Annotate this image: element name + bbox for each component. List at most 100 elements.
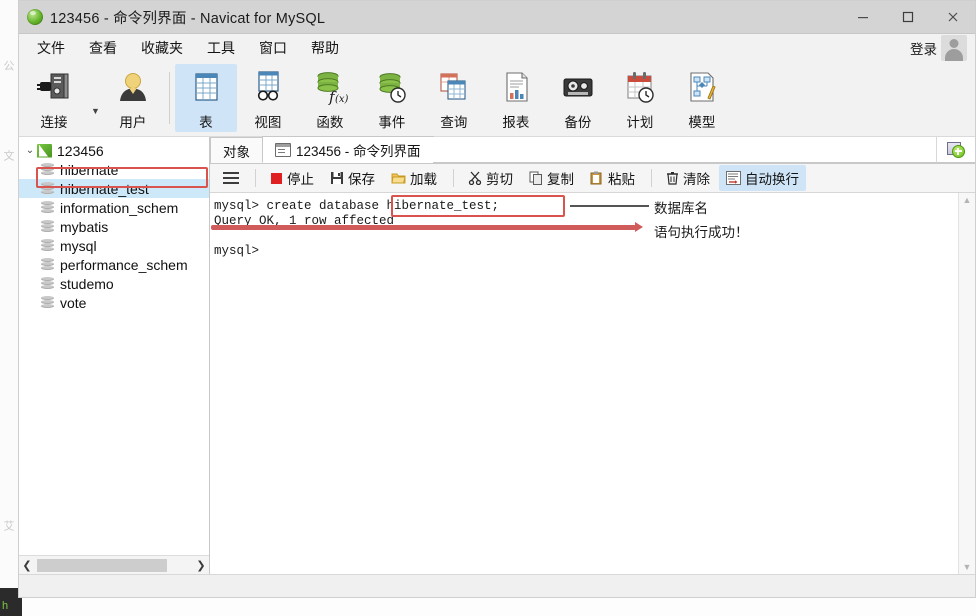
action-separator (255, 169, 256, 187)
toolbar-view-button[interactable]: 视图 (237, 64, 299, 132)
copy-icon (529, 171, 542, 185)
model-diagram-icon (683, 70, 721, 106)
tree-item-vote[interactable]: vote (19, 293, 209, 312)
navicat-app-icon (27, 9, 43, 25)
toolbar-backup-button[interactable]: 备份 (547, 64, 609, 132)
toolbar-user-label: 用户 (119, 115, 147, 130)
tree-item-label: hibernate (60, 161, 119, 178)
tree-item-label: performance_schem (60, 256, 188, 273)
toolbar-connection-button[interactable]: 连接 (19, 64, 89, 132)
tab-bar-filler (432, 137, 936, 163)
scroll-up-arrow-icon[interactable]: ▲ (963, 195, 972, 205)
scrollbar-thumb[interactable] (37, 558, 167, 572)
clear-label: 清除 (683, 172, 710, 187)
tree-item-connection-123456[interactable]: ⌄ 123456 (19, 141, 209, 160)
toolbar-schedule-button[interactable]: 计划 (609, 64, 671, 132)
minimize-button[interactable] (840, 1, 885, 33)
close-button[interactable] (930, 1, 975, 33)
toolbar-schedule-label: 计划 (626, 115, 654, 130)
annotation-success-text: 语句执行成功！ (654, 225, 749, 240)
scissors-icon (468, 171, 482, 185)
toolbar-user-button[interactable]: 用户 (102, 64, 164, 132)
console-action-bar: 停止 保存 加载 剪切 复制 粘贴 清除 自动换行 (210, 164, 975, 193)
stop-label: 停止 (287, 172, 314, 187)
scroll-down-arrow-icon[interactable]: ▼ (963, 562, 972, 572)
tree-item-label: mysql (60, 237, 97, 254)
window-body: ⌄ 123456 hibernate hibernate_test inform… (19, 136, 975, 574)
database-icon (41, 162, 54, 177)
chevron-down-icon[interactable]: ⌄ (23, 145, 37, 156)
window-controls (840, 1, 975, 33)
tree-item-hibernate[interactable]: hibernate (19, 160, 209, 179)
chevron-right-icon[interactable]: ❯ (193, 559, 209, 572)
tree-item-mybatis[interactable]: mybatis (19, 217, 209, 236)
toolbar-connection-label: 连接 (40, 115, 68, 130)
console-output[interactable]: mysql> create database hibernate_test; Q… (210, 193, 958, 574)
main-toolbar: 连接 ▼ 用户 表 视图 f (x) 函数 事件 查询 报表 备份 计划 模型 (19, 62, 975, 137)
save-button[interactable]: 保存 (323, 165, 382, 191)
tab-command-console[interactable]: 123456 - 命令列界面 (262, 136, 434, 163)
paste-button[interactable]: 粘贴 (583, 165, 642, 191)
menu-tools[interactable]: 工具 (197, 35, 245, 61)
user-avatar-icon[interactable] (941, 35, 967, 61)
new-tab-button[interactable] (936, 137, 975, 163)
toolbar-function-label: 函数 (316, 115, 344, 130)
word-wrap-button[interactable]: 自动换行 (719, 165, 806, 191)
background-label: h (2, 600, 9, 612)
load-button[interactable]: 加载 (384, 165, 444, 191)
console-menu-button[interactable] (216, 169, 246, 187)
tree-item-information-schema[interactable]: information_schem (19, 198, 209, 217)
report-chart-icon (497, 70, 535, 106)
menu-bar: 文件 查看 收藏夹 工具 窗口 帮助 登录 (19, 34, 975, 62)
paste-label: 粘贴 (608, 172, 635, 187)
toolbar-model-button[interactable]: 模型 (671, 64, 733, 132)
navicat-window: 123456 - 命令列界面 - Navicat for MySQL 文件 查看… (18, 0, 976, 598)
tree-item-hibernate-test[interactable]: hibernate_test (19, 179, 209, 198)
database-icon (41, 238, 54, 253)
console-icon (275, 142, 291, 157)
sidebar-horizontal-scrollbar[interactable]: ❮ ❯ (19, 555, 209, 574)
tree-item-studemo[interactable]: studemo (19, 274, 209, 293)
console-vertical-scrollbar[interactable]: ▲ ▼ (958, 193, 975, 574)
query-table-icon (435, 70, 473, 106)
scrollbar-track[interactable] (35, 558, 193, 572)
console-area: mysql> create database hibernate_test; Q… (210, 193, 975, 574)
tree-item-label: hibernate_test (60, 180, 149, 197)
menu-file[interactable]: 文件 (27, 35, 75, 61)
connection-dropdown-caret-icon[interactable]: ▼ (91, 84, 100, 116)
database-icon (41, 276, 54, 291)
schedule-calendar-clock-icon (621, 70, 659, 106)
clear-button[interactable]: 清除 (659, 165, 717, 191)
toolbar-table-button[interactable]: 表 (174, 64, 237, 132)
database-tree: ⌄ 123456 hibernate hibernate_test inform… (19, 137, 209, 555)
menu-help[interactable]: 帮助 (301, 35, 349, 61)
toolbar-backup-label: 备份 (564, 115, 592, 130)
view-glasses-icon (249, 70, 287, 106)
database-icon (41, 295, 54, 310)
cut-button[interactable]: 剪切 (461, 165, 520, 191)
chevron-left-icon[interactable]: ❮ (19, 559, 35, 572)
new-tab-plus-icon (947, 141, 965, 158)
tree-item-label: mybatis (60, 218, 109, 235)
save-label: 保存 (348, 172, 375, 187)
toolbar-function-button[interactable]: f (x) 函数 (299, 64, 361, 132)
toolbar-report-button[interactable]: 报表 (485, 64, 547, 132)
tree-item-performance-schema[interactable]: performance_schem (19, 255, 209, 274)
login-area[interactable]: 登录 (910, 35, 975, 61)
title-bar: 123456 - 命令列界面 - Navicat for MySQL (19, 1, 975, 34)
tree-item-mysql[interactable]: mysql (19, 236, 209, 255)
database-icon (41, 200, 54, 215)
window-title: 123456 - 命令列界面 - Navicat for MySQL (50, 10, 326, 27)
menu-favorites[interactable]: 收藏夹 (131, 35, 193, 61)
annotation-database-name-text: 数据库名 (654, 201, 708, 216)
copy-button[interactable]: 复制 (522, 165, 581, 191)
toolbar-query-button[interactable]: 查询 (423, 64, 485, 132)
stop-button[interactable]: 停止 (263, 165, 321, 191)
login-label[interactable]: 登录 (910, 38, 937, 58)
menu-window[interactable]: 窗口 (249, 35, 297, 61)
maximize-button[interactable] (885, 1, 930, 33)
toolbar-event-button[interactable]: 事件 (361, 64, 423, 132)
menu-view[interactable]: 查看 (79, 35, 127, 61)
tab-objects[interactable]: 对象 (210, 137, 263, 163)
